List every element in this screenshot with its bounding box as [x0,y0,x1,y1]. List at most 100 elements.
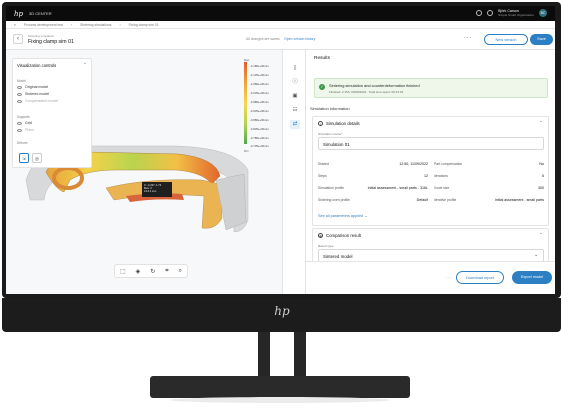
save-button[interactable]: Save [530,34,553,45]
legend-value: -4.086e+00mm [250,82,269,86]
simulation-name-field[interactable]: Simulation 01 [318,137,544,150]
download-report-button[interactable]: Download report [456,271,504,284]
legend-value: -3.786e+00mm [250,136,269,140]
toggle-plane[interactable]: Plane [17,128,34,132]
simulation-details-header[interactable]: i Simulation details [318,121,360,126]
version-history-link[interactable]: Open version history [284,37,315,41]
save-status: All changes are saved. Open version hist… [246,37,315,41]
breadcrumb-sep: › [119,22,121,27]
model-viewer[interactable]: Visualization controls ⌃ Model Original … [6,50,282,294]
save-status-text: All changes are saved. [246,37,281,41]
rotate-icon[interactable]: ↻ [150,268,155,275]
iterative-profile-label: Iterative profile [434,198,457,202]
model-section-label: Model [17,79,26,83]
toggle-grid[interactable]: Grid [17,121,32,125]
plane-label: Plane [25,128,35,132]
top-bar-right: Björk Carson Simple Smart Organisation B… [476,9,547,17]
toggle-sintered-model[interactable]: Sintered model [17,92,49,96]
page-subtitle: Sintering simulation [28,34,55,38]
top-bar: hp 3D CENTER Björk Carson Simple Smart O… [6,6,555,21]
simulation-name-value: Simulation 01 [323,141,350,147]
phone-icon[interactable]: ▯ [290,64,300,73]
page-title: Fixing clamp sim 01 [28,39,74,45]
iterations-label: Iterations [434,174,448,178]
comparison-result-title: Comparison result [326,233,361,238]
info-icon: i [318,121,323,126]
breadcrumb-item[interactable]: Fixing clamp sim 01 [129,23,159,27]
eye-icon [17,85,22,89]
deform-arrows-icon[interactable]: ⇲ [19,153,29,163]
eye-off-icon [17,99,22,103]
results-panel: Results ✓ Sintering simulation and count… [306,50,555,294]
started-value: 12:50, 11/09/2022 [399,162,428,166]
oven-profile-value: Default [416,198,428,202]
based-type-value: Sintered model [323,253,353,259]
eye-off-icon [17,128,22,132]
breadcrumb-item[interactable]: Process development test [24,23,63,27]
more-icon[interactable]: ··· [446,275,451,281]
info-icon[interactable]: ⓘ [290,78,300,87]
started-label: Started [318,162,329,166]
simulation-profile-label: Simulation profile [318,186,345,190]
stand-neck-left [258,332,270,378]
comparison-result-header[interactable]: ⊕ Comparison result [318,233,361,238]
chart-icon[interactable]: ⇄ [290,120,300,129]
crop-icon[interactable]: ⌗ [165,268,168,275]
iterative-profile-value: Initial assessment - small parts [494,198,544,202]
cube-icon[interactable]: ⬚ [120,268,126,275]
user-info[interactable]: Björk Carson Simple Smart Organisation [498,9,534,17]
eye-icon [17,92,22,96]
toggle-compensated-model[interactable]: Compensated model [17,99,58,103]
simulation-profile-value: Initial assessment - small parts - 316L [367,186,428,190]
side-rail: ▯ ⓘ ▣ ☷ ⇄ [282,50,306,294]
original-model-label: Original model [25,85,49,89]
legend-gradient [244,62,247,144]
breadcrumb-item[interactable]: Sintering simulations [80,23,111,27]
point-tooltip: X: -4.237 -1.73 Max: 2 4.12 4 mm [142,182,172,197]
chevron-up-icon[interactable]: ⌃ [539,120,543,126]
more-icon[interactable]: ... [464,34,472,40]
export-model-button[interactable]: Export model [512,271,552,284]
compensated-model-label: Compensated model [25,99,59,103]
chevron-down-icon: ⌄ [533,253,538,258]
voxel-size-value: 300 [538,186,544,190]
legend-value: -3.735e+00mm [250,144,269,148]
new-version-button[interactable]: New version [484,34,528,45]
menu-icon[interactable]: ≡ [14,23,16,27]
sintered-model-label: Sintered model [25,92,50,96]
zoom-icon[interactable]: ⌕ [179,268,182,275]
breadcrumb-sep: › [71,22,73,27]
voxel-size-label: Voxel size [434,186,450,190]
save-icon[interactable]: ▣ [290,92,300,101]
back-button[interactable]: ‹ [13,34,23,44]
app-name: 3D CENTER [29,11,52,16]
stand-shadow [170,397,390,403]
legend-value: -4.186e+00mm [250,64,269,68]
see-all-parameters-link[interactable]: See all parameters applied ⌄ [318,213,367,218]
title-row: ‹ Sintering simulation Fixing clamp sim … [6,29,555,50]
steps-value: 12 [424,174,428,178]
chevron-up-icon[interactable]: ⌃ [539,232,543,238]
visualization-controls-panel: Visualization controls ⌃ Model Original … [12,58,92,168]
user-org: Simple Smart Organisation [498,13,534,17]
target-icon[interactable]: ◎ [32,153,42,163]
simulation-name-label: Simulation name* [318,132,343,136]
oven-profile-label: Sintering oven profile [318,198,350,202]
viz-controls-title: Visualization controls [17,63,57,68]
legend-min-label: Min [244,149,249,153]
help-icon[interactable] [487,10,494,16]
bell-icon[interactable] [476,10,483,16]
hp-logo: hp [14,9,23,18]
chevron-up-icon[interactable]: ⌃ [83,62,87,68]
list-icon[interactable]: ☷ [290,106,300,115]
toggle-original-model[interactable]: Original model [17,85,48,89]
grid-label: Grid [25,121,32,125]
hp-logo-chin: hp [274,304,290,318]
based-type-label: Based type [318,244,334,248]
iterations-value: 5 [542,174,544,178]
avatar[interactable]: BC [539,9,547,17]
monitor-photo: hp hp 3D CENTER Björk Carson Simple Smar… [0,0,561,410]
legend-value: -3.935e+00mm [250,109,269,113]
box-icon[interactable]: ◈ [136,268,141,275]
simulation-details-title: Simulation details [326,121,360,126]
